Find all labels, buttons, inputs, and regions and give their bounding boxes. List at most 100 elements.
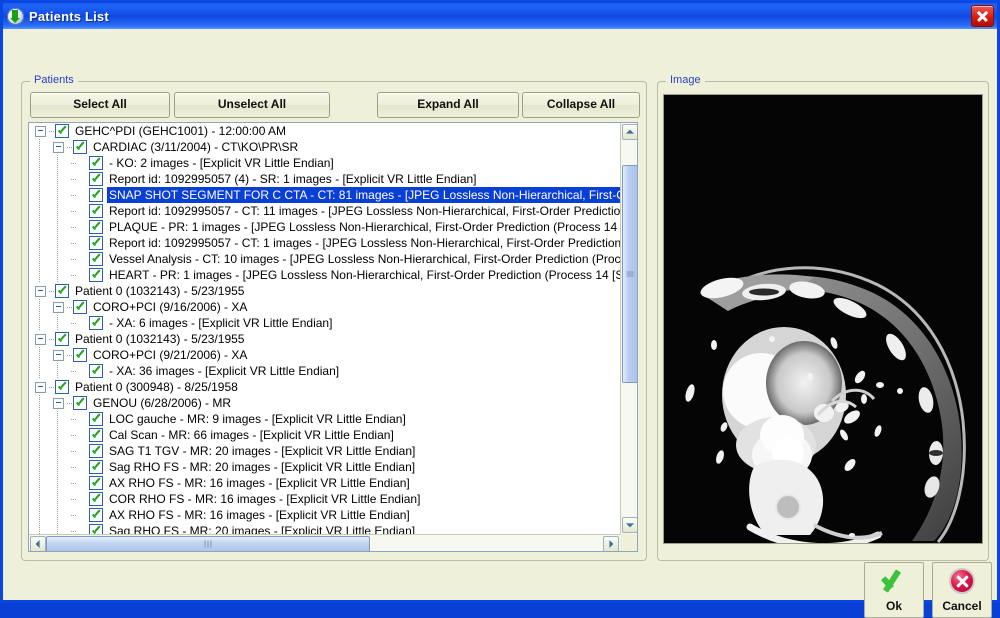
tree-row[interactable]: Sag RHO FS - MR: 20 images - [Explicit V… <box>29 523 620 534</box>
tree-checkbox[interactable] <box>89 220 103 234</box>
tree-checkbox[interactable] <box>89 524 103 534</box>
tree-indent <box>29 299 53 315</box>
ok-button-label: Ok <box>885 599 902 613</box>
tree-checkbox[interactable] <box>89 492 103 506</box>
tree-row[interactable]: SNAP SHOT SEGMENT FOR C CTA - CT: 81 ima… <box>29 187 620 203</box>
tree-row-label: Report id: 1092995057 - CT: 1 images - [… <box>109 236 620 250</box>
vertical-scroll-thumb[interactable] <box>622 165 637 383</box>
red-x-circle-icon <box>949 568 975 594</box>
tree-row[interactable]: COR RHO FS - MR: 16 images - [Explicit V… <box>29 491 620 507</box>
tree-connector <box>71 411 89 427</box>
cancel-button-label: Cancel <box>942 599 982 613</box>
tree-checkbox[interactable] <box>55 332 69 346</box>
tree-row[interactable]: Report id: 1092995057 - CT: 1 images - [… <box>29 235 620 251</box>
tree-row[interactable]: - XA: 36 images - [Explicit VR Little En… <box>29 363 620 379</box>
tree-connector <box>71 491 89 507</box>
tree-checkbox[interactable] <box>89 476 103 490</box>
scroll-up-icon[interactable] <box>622 124 637 140</box>
tree-row[interactable]: GEHC^PDI (GEHC1001) - 12:00:00 AM <box>29 123 620 139</box>
expand-all-button[interactable]: Expand All <box>377 92 519 118</box>
tree-checkbox[interactable] <box>89 172 103 186</box>
tree-checkbox[interactable] <box>89 460 103 474</box>
tree-checkbox[interactable] <box>89 252 103 266</box>
tree-row-label: Report id: 1092995057 (4) - SR: 1 images… <box>109 172 477 186</box>
tree-row[interactable]: Report id: 1092995057 (4) - SR: 1 images… <box>29 171 620 187</box>
tree-row[interactable]: Report id: 1092995057 - CT: 11 images - … <box>29 203 620 219</box>
tree-indent <box>29 459 71 475</box>
tree-row[interactable]: CORO+PCI (9/21/2006) - XA <box>29 347 620 363</box>
tree-expander-collapse-icon[interactable] <box>53 301 64 313</box>
image-groupbox-legend: Image <box>666 74 705 86</box>
tree-connector <box>71 523 89 534</box>
tree-checkbox[interactable] <box>55 284 69 298</box>
tree-row-label: AX RHO FS - MR: 16 images - [Explicit VR… <box>109 476 410 490</box>
patients-tree-container: GEHC^PDI (GEHC1001) - 12:00:00 AM CARDIAC… <box>28 122 638 552</box>
tree-checkbox[interactable] <box>89 268 103 282</box>
tree-horizontal-scrollbar[interactable] <box>29 534 620 551</box>
tree-expander-collapse-icon[interactable] <box>35 285 46 297</box>
tree-indent <box>29 475 71 491</box>
collapse-all-button[interactable]: Collapse All <box>522 92 640 118</box>
tree-checkbox[interactable] <box>55 124 69 138</box>
cancel-button[interactable]: Cancel <box>932 562 992 618</box>
close-icon[interactable] <box>971 5 994 27</box>
tree-checkbox[interactable] <box>89 188 103 202</box>
tree-checkbox[interactable] <box>89 412 103 426</box>
tree-row[interactable]: Vessel Analysis - CT: 10 images - [JPEG … <box>29 251 620 267</box>
tree-row[interactable]: Patient 0 (1032143) - 5/23/1955 <box>29 331 620 347</box>
tree-row[interactable]: HEART - PR: 1 images - [JPEG Lossless No… <box>29 267 620 283</box>
tree-checkbox[interactable] <box>89 364 103 378</box>
tree-expander-collapse-icon[interactable] <box>35 381 46 393</box>
tree-row[interactable]: CORO+PCI (9/16/2006) - XA <box>29 299 620 315</box>
scroll-left-icon[interactable] <box>30 536 46 551</box>
tree-row[interactable]: - XA: 6 images - [Explicit VR Little End… <box>29 315 620 331</box>
tree-checkbox[interactable] <box>73 140 87 154</box>
tree-checkbox[interactable] <box>55 380 69 394</box>
tree-checkbox[interactable] <box>89 156 103 170</box>
tree-row-label: GENOU (6/28/2006) - MR <box>93 396 232 410</box>
tree-indent <box>29 427 71 443</box>
tree-row[interactable]: GENOU (6/28/2006) - MR <box>29 395 620 411</box>
tree-row[interactable]: CARDIAC (3/11/2004) - CT\KO\PR\SR <box>29 139 620 155</box>
tree-connector <box>71 235 89 251</box>
tree-checkbox[interactable] <box>89 428 103 442</box>
tree-checkbox[interactable] <box>73 300 87 314</box>
tree-expander-collapse-icon[interactable] <box>53 349 64 361</box>
tree-checkbox[interactable] <box>89 204 103 218</box>
tree-connector <box>71 171 89 187</box>
tree-checkbox[interactable] <box>73 348 87 362</box>
tree-row[interactable]: - KO: 2 images - [Explicit VR Little End… <box>29 155 620 171</box>
tree-row[interactable]: AX RHO FS - MR: 16 images - [Explicit VR… <box>29 507 620 523</box>
tree-checkbox[interactable] <box>89 508 103 522</box>
scroll-down-icon[interactable] <box>622 517 637 533</box>
tree-row[interactable]: LOC gauche - MR: 9 images - [Explicit VR… <box>29 411 620 427</box>
tree-expander-collapse-icon[interactable] <box>35 125 46 137</box>
tree-expander-collapse-icon[interactable] <box>35 333 46 345</box>
tree-connector <box>71 363 89 379</box>
tree-indent <box>29 491 71 507</box>
tree-row[interactable]: Patient 0 (300948) - 8/25/1958 <box>29 379 620 395</box>
tree-row[interactable]: Cal Scan - MR: 66 images - [Explicit VR … <box>29 427 620 443</box>
tree-row[interactable]: Sag RHO FS - MR: 20 images - [Explicit V… <box>29 459 620 475</box>
tree-checkbox[interactable] <box>73 396 87 410</box>
ok-button[interactable]: Ok <box>864 562 924 618</box>
horizontal-scroll-thumb[interactable] <box>46 536 370 551</box>
tree-row[interactable]: AX RHO FS - MR: 16 images - [Explicit VR… <box>29 475 620 491</box>
patients-tree[interactable]: GEHC^PDI (GEHC1001) - 12:00:00 AM CARDIAC… <box>29 123 620 534</box>
unselect-all-button[interactable]: Unselect All <box>174 92 330 118</box>
image-groupbox: Image <box>657 74 989 561</box>
scroll-right-icon[interactable] <box>603 536 619 551</box>
tree-indent <box>29 411 71 427</box>
tree-checkbox[interactable] <box>89 236 103 250</box>
tree-row[interactable]: SAG T1 TGV - MR: 20 images - [Explicit V… <box>29 443 620 459</box>
tree-row[interactable]: Patient 0 (1032143) - 5/23/1955 <box>29 283 620 299</box>
tree-vertical-scrollbar[interactable] <box>620 123 637 534</box>
tree-checkbox[interactable] <box>89 444 103 458</box>
tree-expander-collapse-icon[interactable] <box>53 141 64 153</box>
tree-expander-collapse-icon[interactable] <box>53 397 64 409</box>
image-preview-frame <box>663 94 983 544</box>
tree-row[interactable]: PLAQUE - PR: 1 images - [JPEG Lossless N… <box>29 219 620 235</box>
select-all-button[interactable]: Select All <box>30 92 170 118</box>
tree-checkbox[interactable] <box>89 316 103 330</box>
tree-connector <box>71 187 89 203</box>
